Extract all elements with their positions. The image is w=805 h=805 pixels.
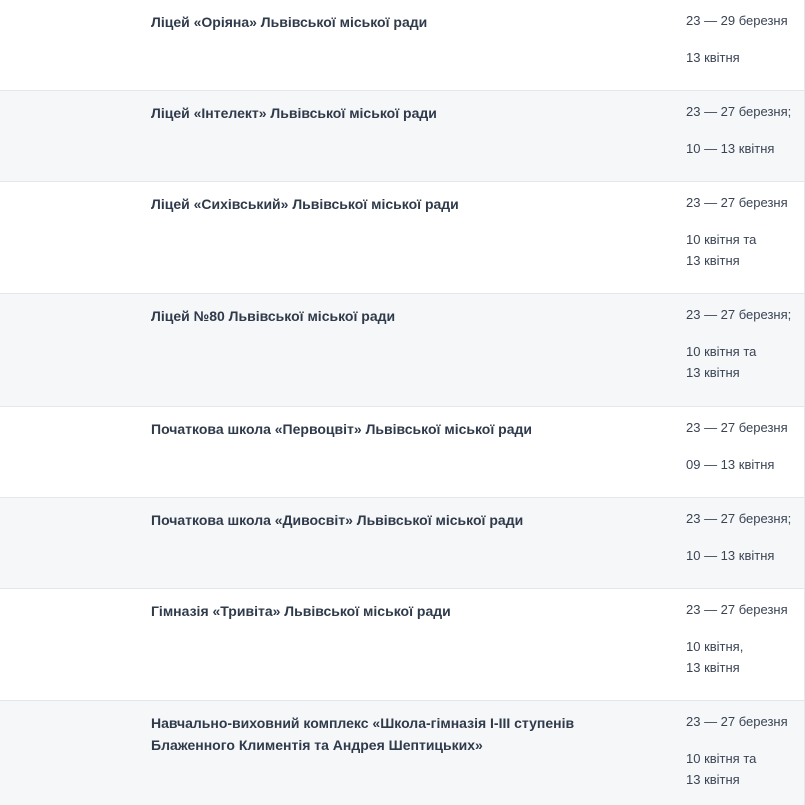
school-name: Ліцей «Сихівський» Львівської міської ра…	[151, 196, 459, 212]
break-dates: 23 — 29 березня 13 квітня	[686, 11, 801, 68]
table-row: Ліцей «Інтелект» Львівської міської ради…	[0, 91, 805, 182]
table-row: Гімназія «Тривіта» Львівської міської ра…	[0, 589, 805, 701]
period-march: 23 — 27 березня;	[686, 307, 792, 322]
period-april-line: 10 квітня та	[686, 751, 757, 766]
period-april-line: 13 квітня	[686, 660, 740, 675]
school-name: Початкова школа «Первоцвіт» Львівської м…	[151, 421, 533, 437]
period-april: 10 квітня, 13 квітня	[686, 636, 801, 678]
period-april: 10 — 13 квітня	[686, 545, 801, 566]
table-row: Ліцей «Оріяна» Львівської міської ради 2…	[0, 0, 805, 91]
period-april-line: 13 квітня	[686, 50, 740, 65]
period-april-line: 10 — 13 квітня	[686, 548, 775, 563]
period-april: 13 квітня	[686, 47, 801, 68]
period-april-line: 13 квітня	[686, 772, 740, 787]
period-april: 10 квітня та 13 квітня	[686, 748, 801, 790]
schools-table: Ліцей «Оріяна» Львівської міської ради 2…	[0, 0, 805, 805]
break-dates: 23 — 27 березня 09 — 13 квітня	[686, 418, 801, 475]
period-march: 23 — 27 березня	[686, 714, 788, 729]
period-march: 23 — 27 березня	[686, 195, 788, 210]
school-name: Гімназія «Тривіта» Львівської міської ра…	[151, 603, 451, 619]
period-april-line: 10 квітня та	[686, 344, 757, 359]
period-april-line: 10 — 13 квітня	[686, 141, 775, 156]
period-april-line: 13 квітня	[686, 253, 740, 268]
period-april-line: 10 квітня,	[686, 639, 744, 654]
period-march: 23 — 29 березня	[686, 13, 788, 28]
school-name: Навчально-виховний комплекс «Школа-гімна…	[151, 715, 575, 753]
period-march: 23 — 27 березня;	[686, 511, 792, 526]
period-april-line: 10 квітня та	[686, 232, 757, 247]
school-name: Ліцей №80 Львівської міської ради	[151, 308, 396, 324]
school-name: Ліцей «Оріяна» Львівської міської ради	[151, 14, 428, 30]
table-row: Початкова школа «Первоцвіт» Львівської м…	[0, 407, 805, 498]
period-april-line: 13 квітня	[686, 365, 740, 380]
break-dates: 23 — 27 березня; 10 — 13 квітня	[686, 509, 801, 566]
period-april: 10 квітня та 13 квітня	[686, 341, 801, 383]
school-name: Ліцей «Інтелект» Львівської міської ради	[151, 105, 437, 121]
period-march: 23 — 27 березня	[686, 420, 788, 435]
period-april: 10 квітня та 13 квітня	[686, 229, 801, 271]
table-row: Початкова школа «Дивосвіт» Львівської мі…	[0, 498, 805, 589]
period-april: 10 — 13 квітня	[686, 138, 801, 159]
period-march: 23 — 27 березня;	[686, 104, 792, 119]
break-dates: 23 — 27 березня 10 квітня, 13 квітня	[686, 600, 801, 678]
break-dates: 23 — 27 березня; 10 — 13 квітня	[686, 102, 801, 159]
break-dates: 23 — 27 березня; 10 квітня та 13 квітня	[686, 305, 801, 383]
period-april-line: 09 — 13 квітня	[686, 457, 775, 472]
break-dates: 23 — 27 березня 10 квітня та 13 квітня	[686, 712, 801, 790]
table-row: Ліцей №80 Львівської міської ради 23 — 2…	[0, 294, 805, 407]
period-march: 23 — 27 березня	[686, 602, 788, 617]
table-row: Ліцей «Сихівський» Львівської міської ра…	[0, 182, 805, 294]
table-row: Навчально-виховний комплекс «Школа-гімна…	[0, 701, 805, 805]
break-dates: 23 — 27 березня 10 квітня та 13 квітня	[686, 193, 801, 271]
period-april: 09 — 13 квітня	[686, 454, 801, 475]
school-name: Початкова школа «Дивосвіт» Львівської мі…	[151, 512, 524, 528]
